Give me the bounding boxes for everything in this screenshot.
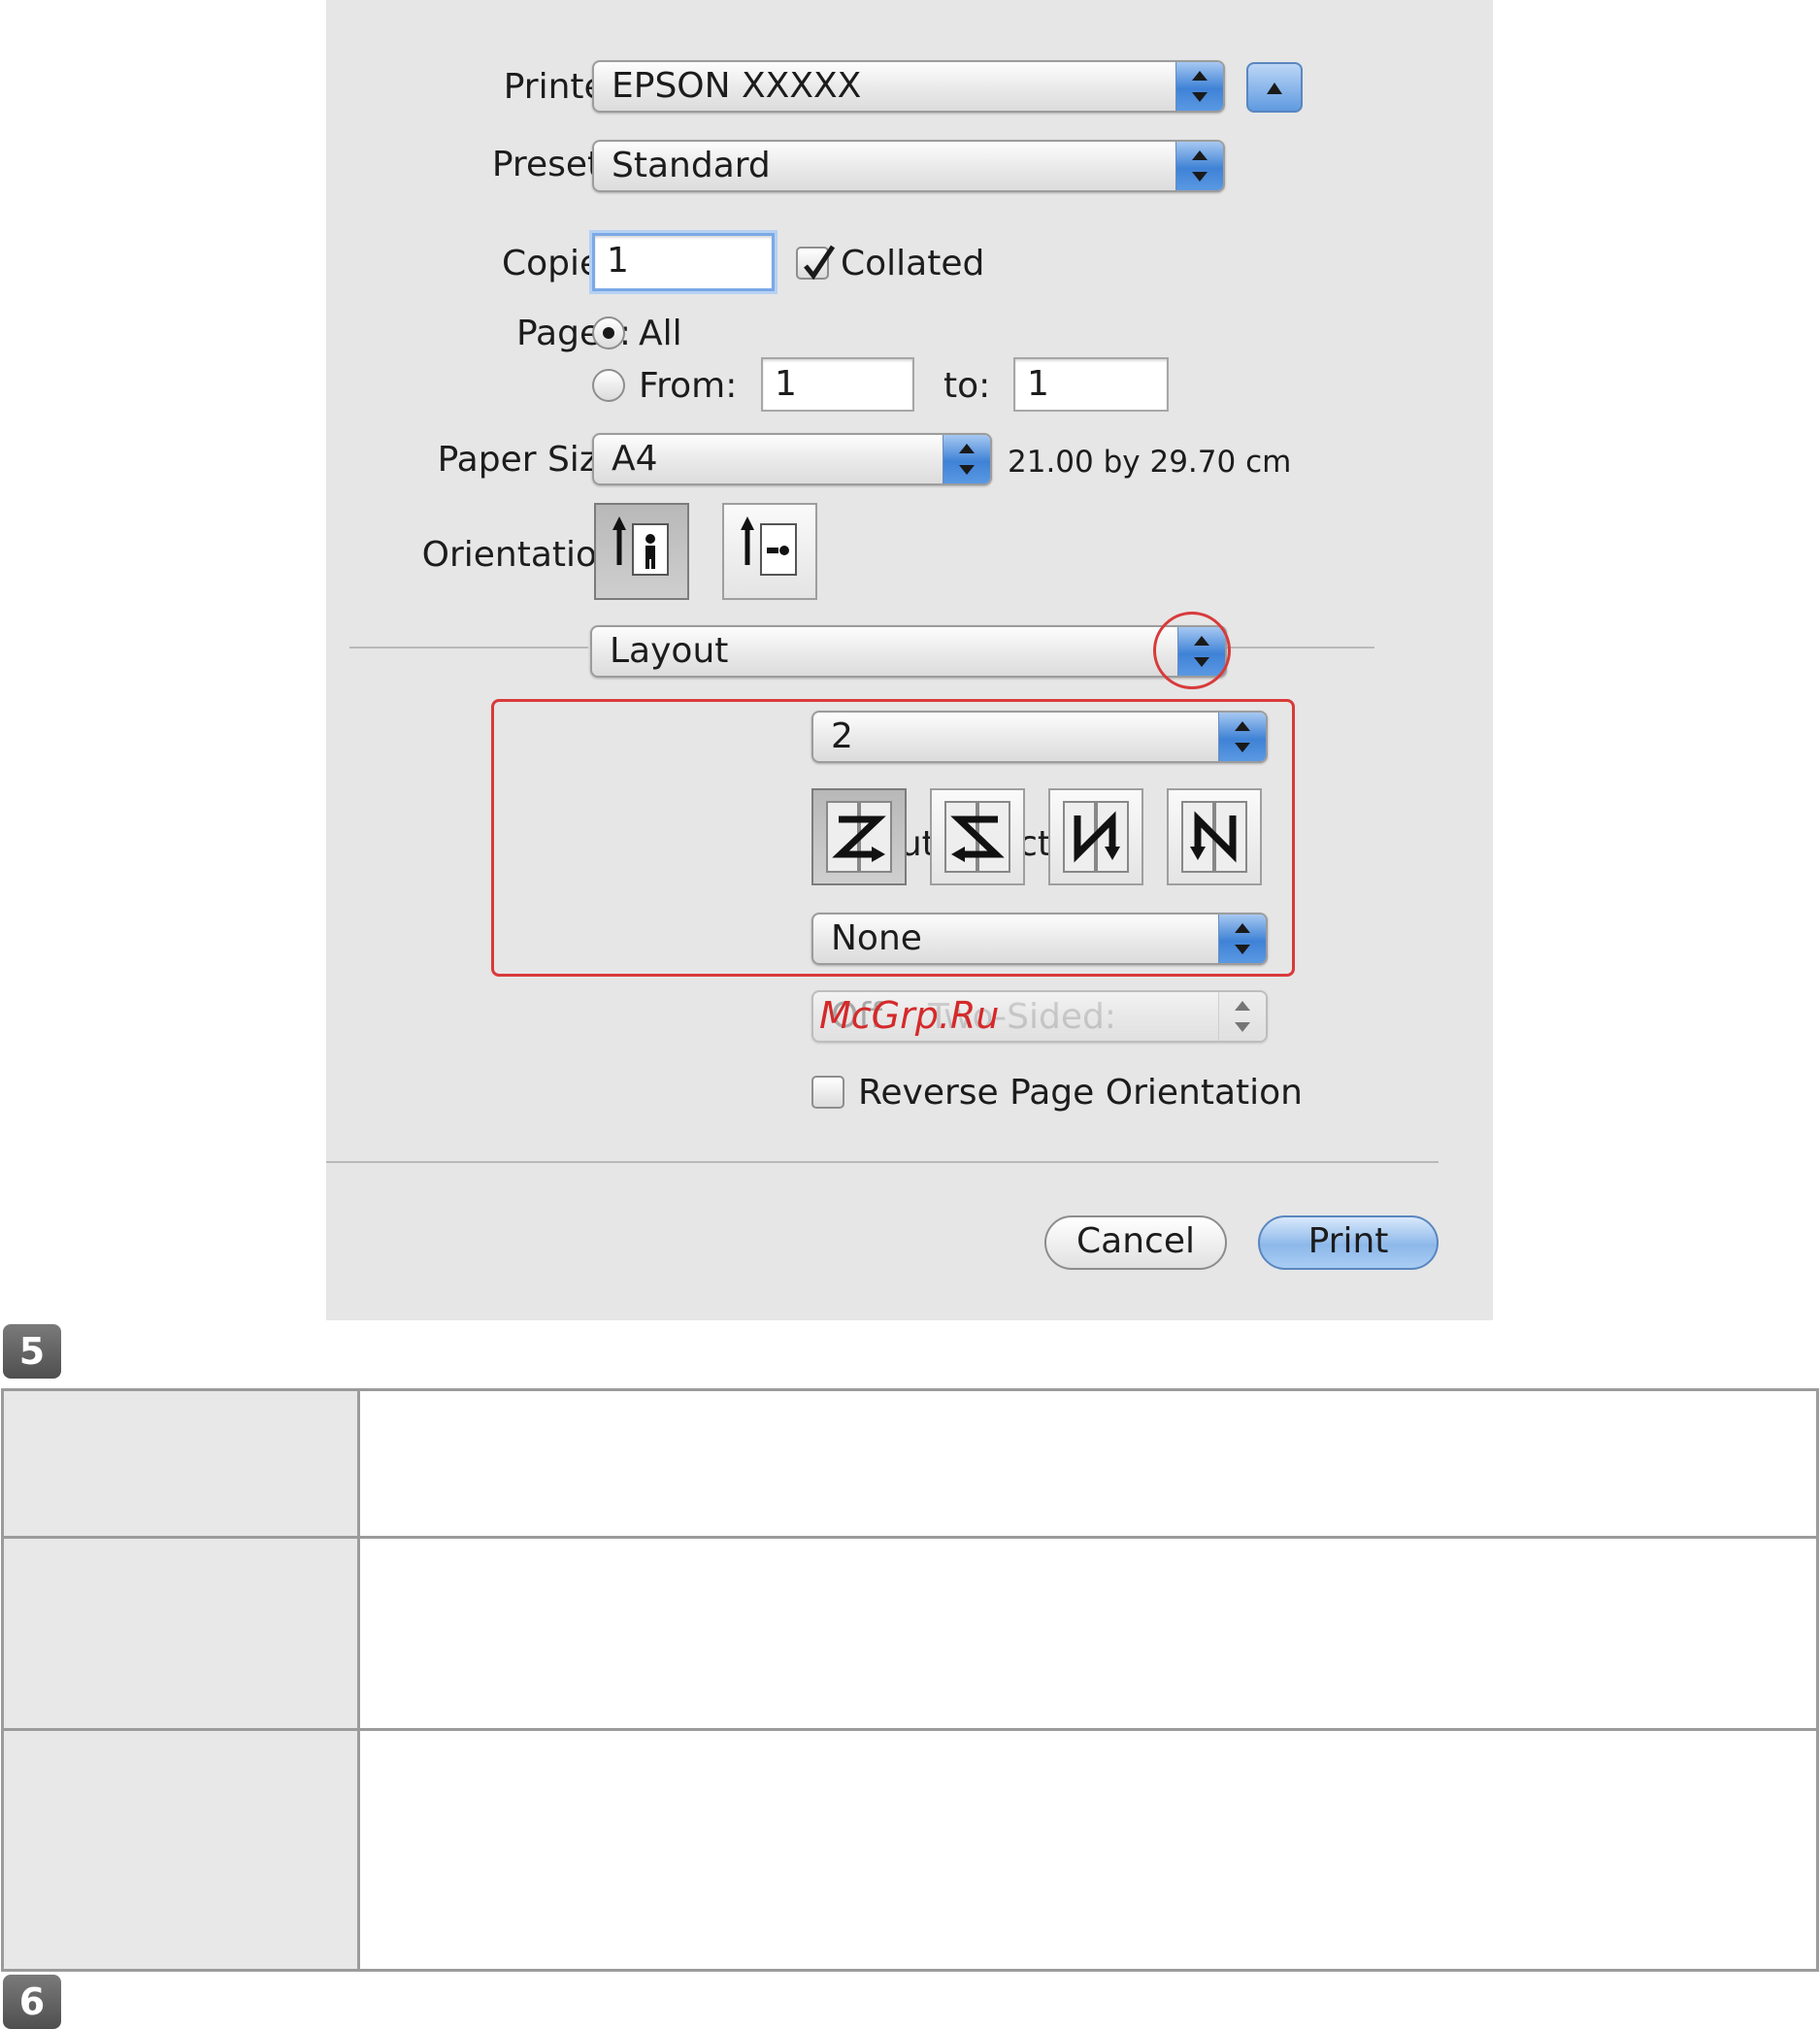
table-row bbox=[1, 1388, 1819, 1539]
separator-right bbox=[1227, 647, 1374, 649]
pages-all-radio[interactable] bbox=[592, 316, 625, 349]
pages-per-sheet-popup[interactable]: 2 bbox=[811, 711, 1268, 763]
reverse-orientation-label: Reverse Page Orientation bbox=[858, 1073, 1303, 1113]
panel-menu-value: Layout bbox=[610, 631, 729, 671]
layout-direction-s-button[interactable] bbox=[930, 788, 1025, 885]
printer-popup[interactable]: EPSON XXXXX bbox=[592, 60, 1225, 113]
table-row bbox=[1, 1728, 1819, 1972]
pages-to-field[interactable]: 1 bbox=[1013, 357, 1169, 412]
paper-dimensions: 21.00 by 29.70 cm bbox=[1008, 445, 1292, 480]
landscape-orientation-icon bbox=[741, 516, 797, 576]
popup-arrows-icon bbox=[943, 435, 990, 483]
orientation-label: Orientation: bbox=[421, 535, 631, 575]
print-button[interactable]: Print bbox=[1258, 1215, 1439, 1270]
table-body-cell bbox=[357, 1536, 1819, 1731]
border-popup[interactable]: None bbox=[811, 913, 1268, 965]
pages-all-label: All bbox=[639, 314, 682, 353]
step-6-badge: 6 bbox=[3, 1975, 61, 2029]
watermark-text: McGrp.Ru bbox=[819, 994, 1000, 1037]
layout-s-icon bbox=[944, 801, 1010, 873]
popup-arrows-icon bbox=[1218, 915, 1266, 963]
table-header-cell bbox=[1, 1388, 360, 1539]
pages-from-field[interactable]: 1 bbox=[761, 357, 914, 412]
popup-arrows-icon bbox=[1218, 713, 1266, 761]
step-5-badge: 5 bbox=[3, 1324, 61, 1379]
checkmark-icon bbox=[804, 245, 836, 281]
paper-size-label: Paper Size: bbox=[437, 440, 631, 480]
border-value: None bbox=[831, 918, 922, 958]
table-body-cell bbox=[357, 1728, 1819, 1972]
copies-field[interactable]: 1 bbox=[592, 233, 775, 291]
popup-arrows-icon bbox=[1175, 142, 1223, 190]
pages-from-label: From: bbox=[639, 366, 738, 406]
table-header-cell bbox=[1, 1728, 360, 1972]
portrait-orientation-icon bbox=[612, 516, 669, 576]
table-header-cell bbox=[1, 1536, 360, 1731]
pages-to-label: to: bbox=[943, 366, 991, 406]
expand-dialog-button[interactable] bbox=[1246, 62, 1303, 113]
panel-menu-popup[interactable]: Layout bbox=[590, 625, 1227, 678]
printer-value: EPSON XXXXX bbox=[612, 66, 862, 106]
cancel-button[interactable]: Cancel bbox=[1044, 1215, 1227, 1270]
layout-direction-reverse-n-button[interactable] bbox=[1048, 788, 1143, 885]
presets-value: Standard bbox=[612, 146, 771, 185]
layout-direction-n-button[interactable] bbox=[1167, 788, 1262, 885]
popup-arrows-icon bbox=[1218, 992, 1266, 1041]
paper-size-value: A4 bbox=[612, 439, 658, 479]
layout-direction-z-button[interactable] bbox=[811, 788, 907, 885]
collated-label: Collated bbox=[841, 244, 985, 283]
layout-z-icon bbox=[826, 801, 892, 873]
popup-arrows-icon bbox=[1175, 62, 1223, 111]
triangle-up-icon bbox=[1267, 83, 1282, 94]
separator-left bbox=[349, 647, 588, 649]
paper-size-popup[interactable]: A4 bbox=[592, 433, 992, 485]
layout-reverse-n-icon bbox=[1063, 801, 1129, 873]
highlight-circle bbox=[1153, 612, 1231, 689]
pages-range-radio[interactable] bbox=[592, 369, 625, 402]
pages-per-sheet-value: 2 bbox=[831, 716, 853, 756]
orientation-portrait-button[interactable] bbox=[594, 503, 689, 600]
presets-popup[interactable]: Standard bbox=[592, 140, 1225, 192]
table-row bbox=[1, 1536, 1819, 1731]
layout-n-icon bbox=[1181, 801, 1247, 873]
info-table bbox=[1, 1388, 1819, 1972]
bottom-separator bbox=[326, 1161, 1439, 1163]
reverse-orientation-checkbox[interactable] bbox=[811, 1076, 844, 1109]
table-body-cell bbox=[357, 1388, 1819, 1539]
collated-checkbox[interactable] bbox=[796, 245, 836, 281]
print-dialog: Printer: EPSON XXXXX Presets: Standard C… bbox=[326, 0, 1493, 1320]
orientation-landscape-button[interactable] bbox=[722, 503, 817, 600]
